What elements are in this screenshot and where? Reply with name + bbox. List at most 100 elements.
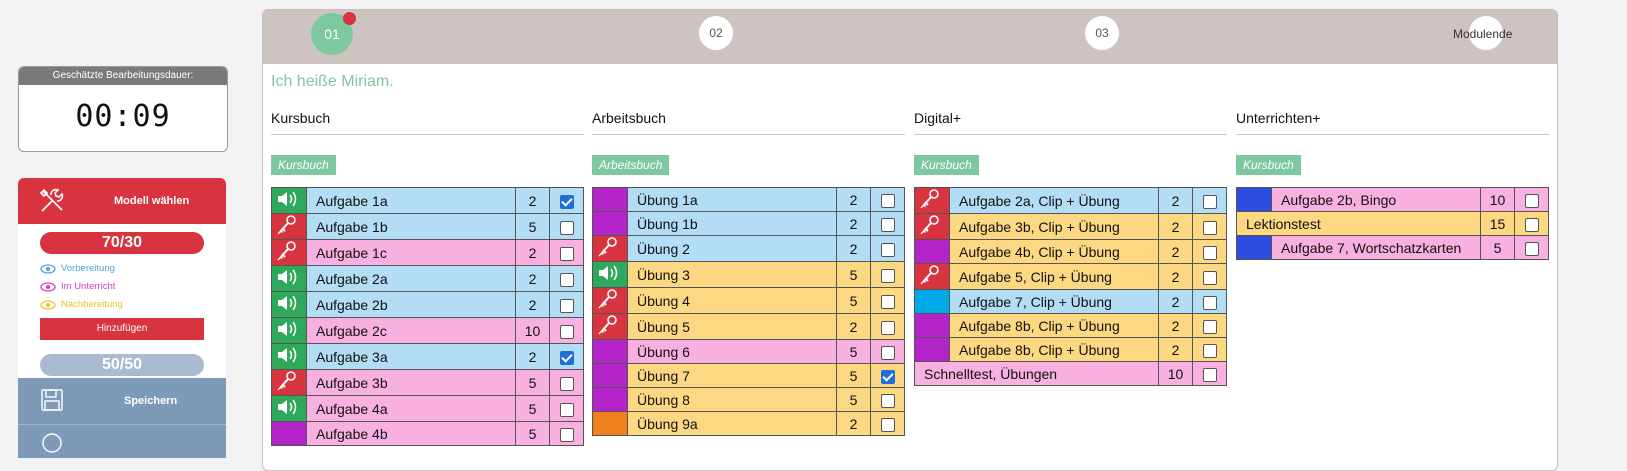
task-checkbox[interactable] [559, 298, 574, 313]
task-name[interactable]: Aufgabe 7, Wortschatzkarten [1271, 235, 1481, 260]
task-name[interactable]: Aufgabe 1a [306, 187, 516, 214]
task-name[interactable]: Aufgabe 8b, Clip + Übung [949, 337, 1159, 362]
task-row[interactable]: Übung 52 [592, 313, 905, 340]
task-name[interactable]: Aufgabe 4b, Clip + Übung [949, 239, 1159, 264]
section-tag[interactable]: Kursbuch [1236, 155, 1301, 175]
task-row[interactable]: Aufgabe 4a 5 [271, 395, 584, 422]
task-checkbox[interactable] [880, 320, 895, 335]
task-checkbox[interactable] [559, 220, 574, 235]
task-row[interactable]: Übung 65 [592, 339, 905, 364]
task-checkbox[interactable] [1524, 241, 1539, 256]
task-checkbox[interactable] [880, 217, 895, 232]
save-button[interactable]: Speichern [18, 378, 226, 424]
choose-model-button[interactable]: Modell wählen [18, 178, 226, 224]
task-checkbox[interactable] [880, 193, 895, 208]
task-name[interactable]: Übung 4 [627, 287, 837, 314]
task-checkbox[interactable] [1524, 193, 1539, 208]
task-name[interactable]: Aufgabe 4a [306, 395, 516, 422]
task-name[interactable]: Aufgabe 8b, Clip + Übung [949, 313, 1159, 338]
task-row[interactable]: Übung 1a 2 [592, 187, 905, 212]
task-checkbox[interactable] [559, 194, 574, 209]
step-02[interactable]: 02 [699, 16, 733, 50]
task-row[interactable]: Übung 22 [592, 235, 905, 262]
task-row[interactable]: Aufgabe 1b 5 [271, 213, 584, 240]
section-tag[interactable]: Arbeitsbuch [592, 155, 670, 175]
section-tag[interactable]: Kursbuch [914, 155, 979, 175]
task-row[interactable]: Aufgabe 2b, Bingo 10 [1236, 187, 1549, 212]
task-checkbox[interactable] [1202, 343, 1217, 358]
task-checkbox[interactable] [1524, 217, 1539, 232]
task-row[interactable]: Aufgabe 8b, Clip + Übung 2 [914, 337, 1227, 362]
task-name[interactable]: Aufgabe 3b, Clip + Übung [949, 213, 1159, 240]
task-name[interactable]: Übung 9a [627, 411, 837, 436]
task-name[interactable]: Übung 6 [627, 339, 837, 364]
task-name[interactable]: Aufgabe 3b [306, 369, 516, 396]
task-name[interactable]: Übung 5 [627, 313, 837, 340]
task-checkbox[interactable] [1202, 319, 1217, 334]
task-row[interactable]: Übung 75 [592, 363, 905, 388]
task-row[interactable]: Aufgabe 7, Wortschatzkarten 5 [1236, 235, 1549, 260]
step-03[interactable]: 03 [1085, 16, 1119, 50]
task-name[interactable]: Lektionstest [1236, 211, 1481, 236]
task-row[interactable]: Aufgabe 1a 2 [271, 187, 584, 214]
task-name[interactable]: Aufgabe 3a [306, 343, 516, 370]
task-row[interactable]: Aufgabe 2c 10 [271, 317, 584, 344]
task-row[interactable]: Aufgabe 3b 5 [271, 369, 584, 396]
add-button[interactable]: Hinzufügen [40, 318, 204, 340]
task-checkbox[interactable] [880, 294, 895, 309]
task-checkbox[interactable] [880, 242, 895, 257]
task-row[interactable]: Aufgabe 2a 2 [271, 265, 584, 292]
task-name[interactable]: Aufgabe 4b [306, 421, 516, 446]
task-name[interactable]: Aufgabe 2c [306, 317, 516, 344]
task-name[interactable]: Übung 8 [627, 387, 837, 412]
task-name[interactable]: Aufgabe 2a, Clip + Übung [949, 187, 1159, 214]
task-name[interactable]: Aufgabe 7, Clip + Übung [949, 289, 1159, 314]
task-checkbox[interactable] [1202, 270, 1217, 285]
task-row[interactable]: Übung 45 [592, 287, 905, 314]
task-name[interactable]: Aufgabe 5, Clip + Übung [949, 263, 1159, 290]
task-name[interactable]: Aufgabe 2a [306, 265, 516, 292]
task-checkbox[interactable] [559, 427, 574, 442]
task-row[interactable]: Übung 1b 2 [592, 211, 905, 236]
task-checkbox[interactable] [1202, 194, 1217, 209]
task-name[interactable]: Übung 2 [627, 235, 837, 262]
task-checkbox[interactable] [559, 402, 574, 417]
task-row[interactable]: Aufgabe 5, Clip + Übung 2 [914, 263, 1227, 290]
task-name[interactable]: Aufgabe 1b [306, 213, 516, 240]
task-row[interactable]: Schnelltest, Übungen 10 [914, 361, 1227, 386]
task-row[interactable]: Lektionstest 15 [1236, 211, 1549, 236]
task-checkbox[interactable] [559, 246, 574, 261]
task-row[interactable]: Übung 9a 2 [592, 411, 905, 436]
task-checkbox[interactable] [1202, 367, 1217, 382]
task-checkbox[interactable] [1202, 220, 1217, 235]
task-row[interactable]: Aufgabe 3a 2 [271, 343, 584, 370]
task-row[interactable]: Aufgabe 7, Clip + Übung 2 [914, 289, 1227, 314]
task-row[interactable]: Übung 35 [592, 261, 905, 288]
task-row[interactable]: Übung 85 [592, 387, 905, 412]
task-row[interactable]: Aufgabe 2a, Clip + Übung 2 [914, 187, 1227, 214]
step-end-label[interactable]: Modulende [1453, 27, 1512, 41]
task-row[interactable]: Aufgabe 3b, Clip + Übung 2 [914, 213, 1227, 240]
task-name[interactable]: Übung 7 [627, 363, 837, 388]
section-tag[interactable]: Kursbuch [271, 155, 336, 175]
task-row[interactable]: Aufgabe 4b 5 [271, 421, 584, 446]
task-name[interactable]: Aufgabe 1c [306, 239, 516, 266]
task-name[interactable]: Schnelltest, Übungen [914, 361, 1159, 386]
task-name[interactable]: Übung 1a [627, 187, 837, 212]
task-checkbox[interactable] [559, 324, 574, 339]
task-checkbox[interactable] [559, 376, 574, 391]
task-name[interactable]: Aufgabe 2b [306, 291, 516, 318]
task-row[interactable]: Aufgabe 8b, Clip + Übung 2 [914, 313, 1227, 338]
task-checkbox[interactable] [1202, 245, 1217, 260]
task-checkbox[interactable] [559, 272, 574, 287]
task-row[interactable]: Aufgabe 1c 2 [271, 239, 584, 266]
task-row[interactable]: Aufgabe 2b 2 [271, 291, 584, 318]
task-name[interactable]: Aufgabe 2b, Bingo [1271, 187, 1481, 212]
task-name[interactable]: Übung 3 [627, 261, 837, 288]
task-name[interactable]: Übung 1b [627, 211, 837, 236]
task-checkbox[interactable] [1202, 295, 1217, 310]
task-checkbox[interactable] [880, 345, 895, 360]
task-checkbox[interactable] [880, 268, 895, 283]
task-checkbox[interactable] [880, 369, 895, 384]
task-checkbox[interactable] [559, 350, 574, 365]
